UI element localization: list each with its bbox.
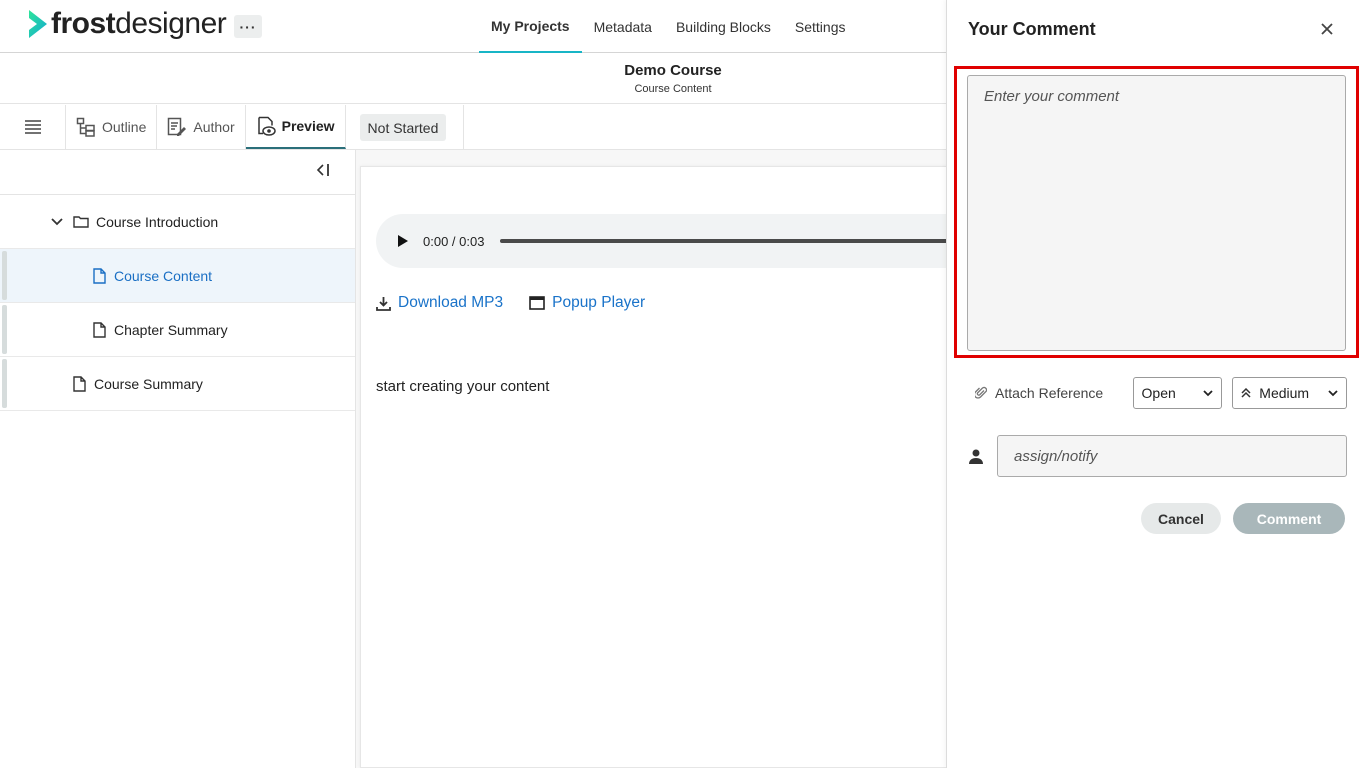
close-icon[interactable] bbox=[1321, 18, 1333, 41]
tree-item-label: Course Summary bbox=[94, 375, 203, 392]
download-mp3-label: Download MP3 bbox=[398, 294, 504, 311]
tab-outline-label: Outline bbox=[102, 119, 147, 135]
status-select-value: Open bbox=[1141, 385, 1176, 401]
outline-icon bbox=[76, 117, 95, 137]
hamburger-icon bbox=[24, 120, 41, 134]
tab-author[interactable]: Author bbox=[157, 105, 246, 149]
paperclip-icon bbox=[975, 386, 987, 399]
person-icon bbox=[969, 449, 983, 464]
audio-progress-bar[interactable] bbox=[500, 239, 966, 243]
tab-author-label: Author bbox=[193, 119, 235, 135]
double-chevron-up-icon bbox=[1241, 388, 1251, 398]
popup-player-link[interactable]: Popup Player bbox=[529, 294, 645, 312]
preview-icon bbox=[257, 116, 276, 136]
file-icon bbox=[90, 321, 108, 339]
more-options-button[interactable]: ··· bbox=[234, 15, 262, 38]
tab-preview-label: Preview bbox=[281, 118, 335, 134]
download-icon bbox=[376, 296, 391, 311]
collapse-left-icon[interactable] bbox=[315, 163, 331, 182]
logo-chevron-icon bbox=[29, 10, 47, 38]
tree-item-course-summary[interactable]: Course Summary bbox=[0, 357, 355, 411]
editor-toolbar: Outline Author Preview Not Started bbox=[0, 105, 946, 150]
audio-player: 0:00 / 0:03 bbox=[376, 214, 966, 268]
assign-row: assign/notify bbox=[969, 435, 1347, 477]
chevron-down-icon[interactable] bbox=[48, 213, 66, 231]
app-logo[interactable]: frostdesigner bbox=[27, 7, 227, 40]
panel-title: Your Comment bbox=[968, 19, 1096, 39]
preview-content: 0:00 / 0:03 Download MP3 Popup Player st… bbox=[360, 166, 966, 768]
status-badge[interactable]: Not Started bbox=[359, 114, 447, 141]
nav-settings[interactable]: Settings bbox=[783, 0, 858, 53]
priority-select-value: Medium bbox=[1259, 385, 1310, 401]
tree-item-chapter-summary[interactable]: Chapter Summary bbox=[0, 303, 355, 357]
attach-row: Attach Reference Open Medium bbox=[975, 377, 1347, 409]
tab-outline[interactable]: Outline bbox=[66, 105, 158, 149]
nav-my-projects[interactable]: My Projects bbox=[479, 0, 582, 53]
panel-actions: Cancel Comment bbox=[1141, 503, 1345, 534]
outline-sidebar: Course Introduction Course Content Chapt… bbox=[0, 150, 356, 768]
audio-links: Download MP3 Popup Player bbox=[376, 294, 645, 312]
tree-item-course-introduction[interactable]: Course Introduction bbox=[0, 195, 355, 249]
sidebar-header bbox=[0, 150, 355, 195]
assign-notify-input[interactable]: assign/notify bbox=[997, 435, 1347, 477]
chevron-down-icon bbox=[1203, 389, 1213, 396]
nav-building-blocks[interactable]: Building Blocks bbox=[664, 0, 783, 53]
audio-time: 0:00 / 0:03 bbox=[423, 233, 485, 249]
priority-select[interactable]: Medium bbox=[1232, 377, 1347, 409]
window-icon bbox=[529, 296, 545, 310]
file-icon bbox=[70, 375, 88, 393]
attach-reference-label: Attach Reference bbox=[995, 385, 1104, 401]
comment-textarea[interactable]: Enter your comment bbox=[967, 75, 1346, 351]
attach-reference-button[interactable]: Attach Reference bbox=[975, 385, 1133, 401]
popup-player-label: Popup Player bbox=[552, 294, 646, 311]
nav-metadata[interactable]: Metadata bbox=[582, 0, 664, 53]
cancel-button[interactable]: Cancel bbox=[1141, 503, 1221, 534]
chevron-down-icon bbox=[1328, 389, 1338, 396]
logo-text: frostdesigner bbox=[51, 7, 227, 40]
content-body-text: start creating your content bbox=[376, 378, 550, 395]
tree-item-label: Course Content bbox=[114, 267, 213, 284]
toolbar-divider bbox=[446, 105, 465, 149]
tree-item-label: Chapter Summary bbox=[114, 321, 228, 338]
folder-icon bbox=[72, 213, 90, 231]
comment-panel: Your Comment Enter your comment Attach R… bbox=[946, 0, 1366, 768]
menu-button[interactable] bbox=[0, 105, 66, 149]
play-icon[interactable] bbox=[398, 235, 408, 247]
main-nav: My Projects Metadata Building Blocks Set… bbox=[479, 0, 858, 53]
download-mp3-link[interactable]: Download MP3 bbox=[376, 294, 503, 312]
tree-item-course-content[interactable]: Course Content bbox=[0, 249, 355, 303]
author-icon bbox=[168, 117, 187, 136]
file-icon bbox=[90, 267, 108, 285]
status-select[interactable]: Open bbox=[1132, 377, 1223, 409]
comment-submit-button[interactable]: Comment bbox=[1233, 503, 1345, 534]
tree-item-label: Course Introduction bbox=[96, 213, 219, 230]
tab-preview[interactable]: Preview bbox=[245, 105, 346, 149]
